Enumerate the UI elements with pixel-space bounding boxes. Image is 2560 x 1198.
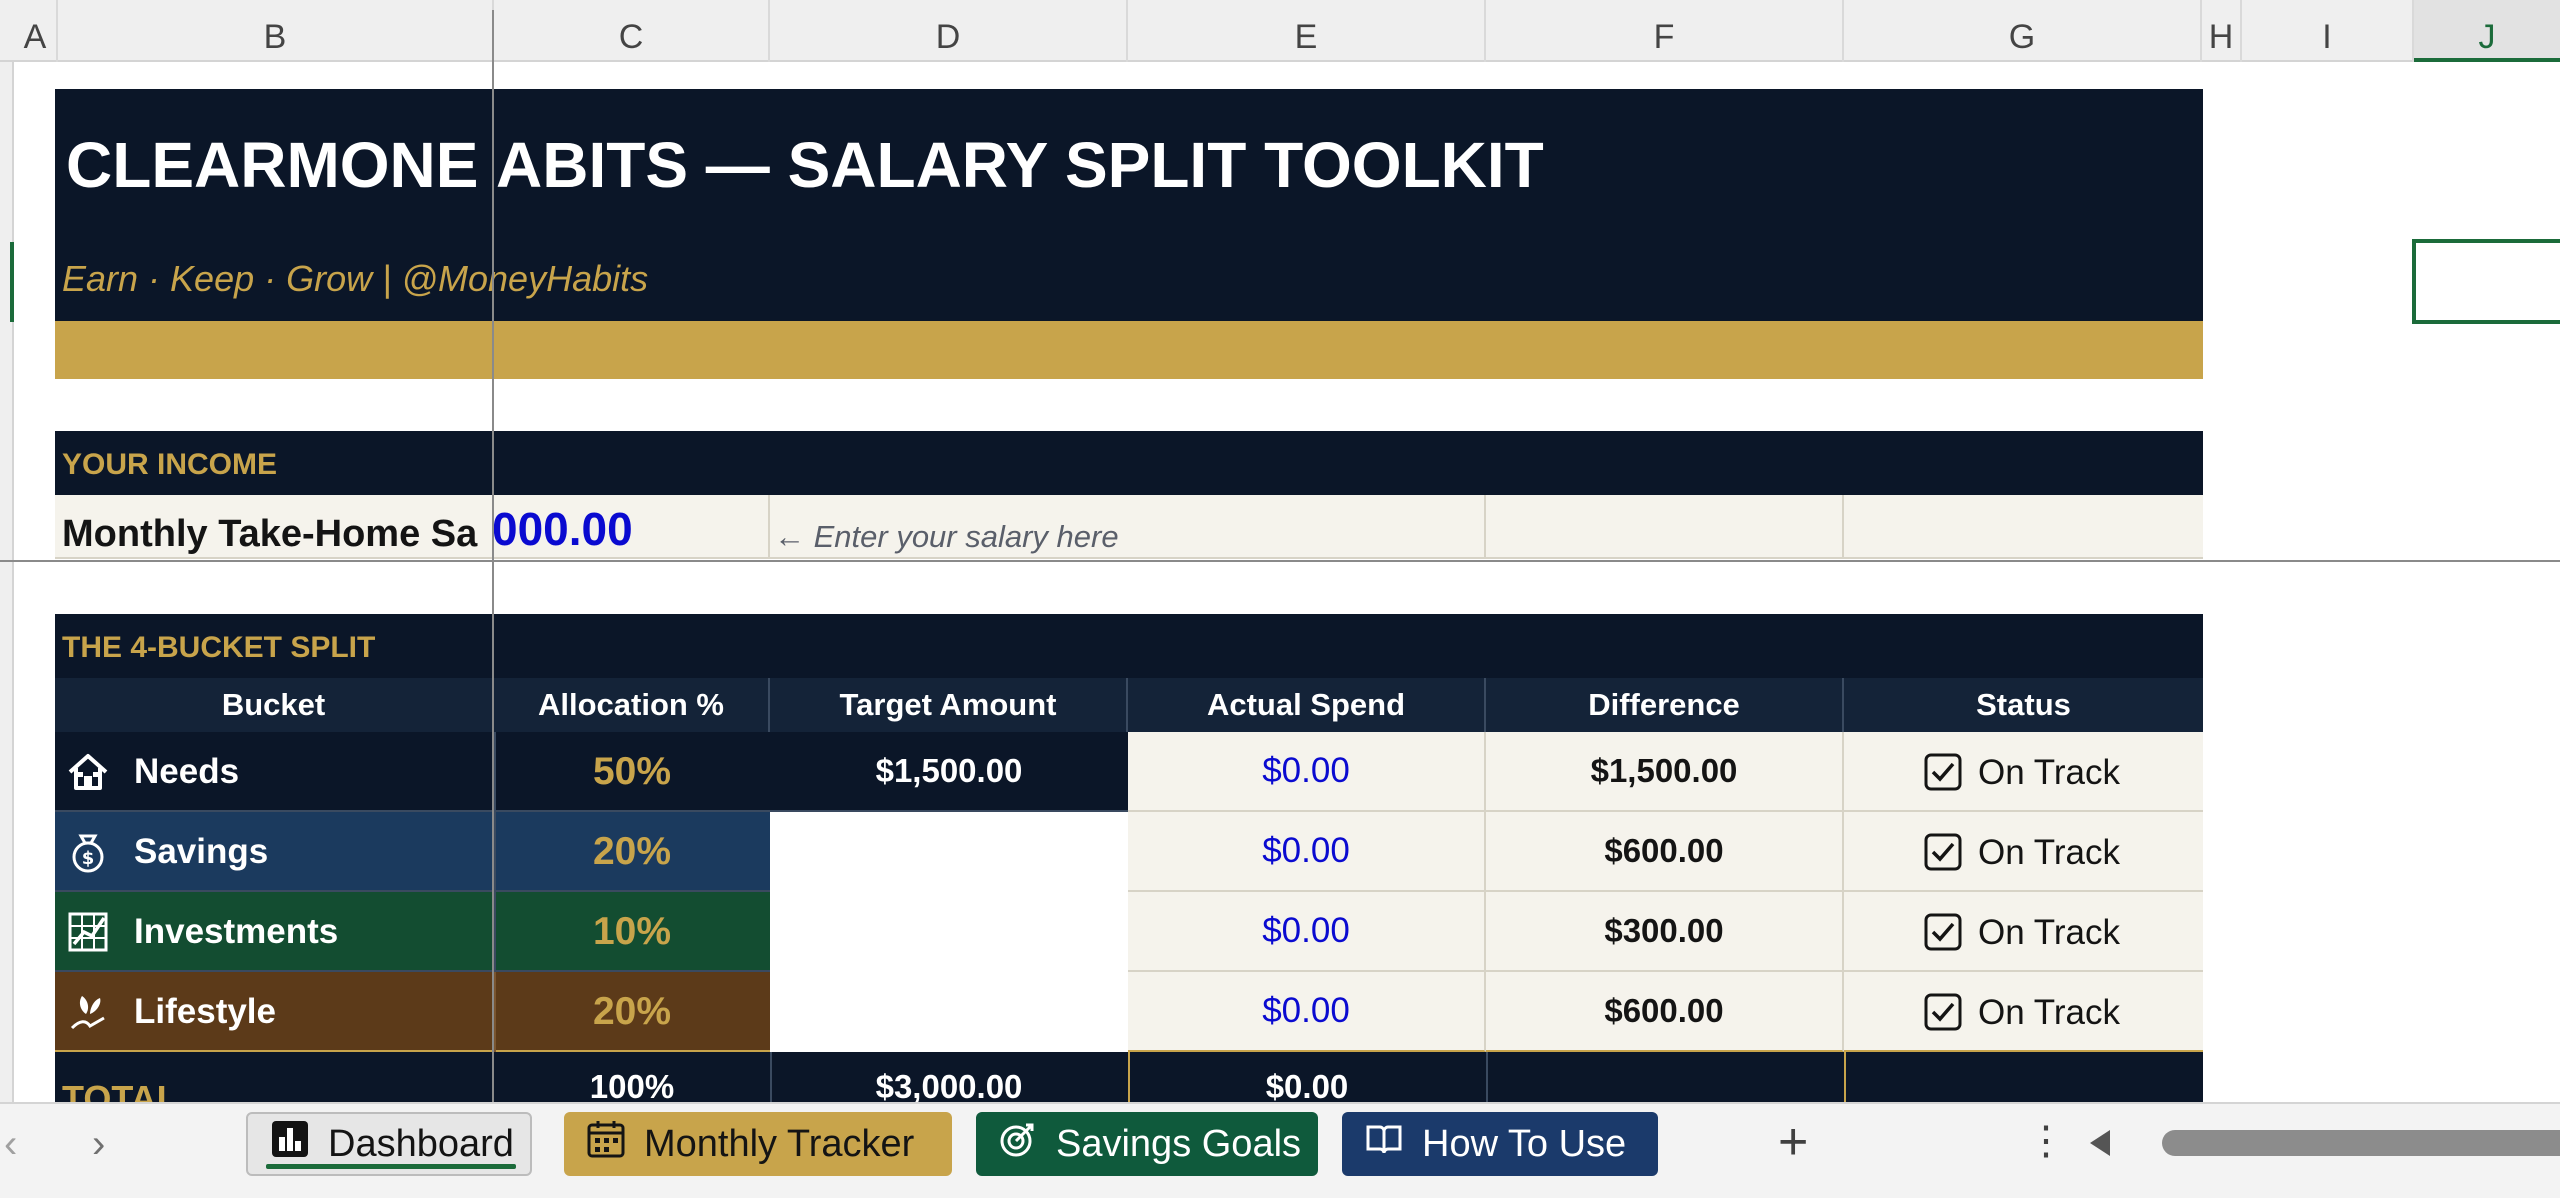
allocation-savings[interactable]: 20% (494, 812, 770, 892)
banner-tagline: Earn · Keep · Grow | @MoneyHabits (62, 258, 648, 300)
salary-input[interactable]: 000.00 (492, 502, 633, 556)
freeze-pane-horizontal (0, 560, 2560, 562)
chart-icon (66, 910, 110, 954)
actual-investments[interactable]: $0.00 (1128, 892, 1486, 972)
difference-lifestyle: $600.00 (1486, 972, 1844, 1052)
column-header-g[interactable]: G (1844, 0, 2202, 62)
target-icon (998, 1119, 1038, 1169)
difference-needs: $1,500.00 (1486, 732, 1844, 812)
banner-title-left: CLEARMONE (66, 129, 479, 201)
status-savings: On Track (1978, 833, 2120, 872)
tab-monthly-tracker-label: Monthly Tracker (644, 1122, 915, 1165)
difference-investments: $300.00 (1486, 892, 1844, 972)
allocation-investments[interactable]: 10% (494, 892, 770, 972)
target-lifestyle: $600.00 (889, 993, 1009, 1030)
bar-chart-icon (270, 1119, 310, 1169)
row-header-bar (0, 62, 14, 1102)
selected-cell[interactable] (2412, 239, 2560, 324)
table-header-bucket: Bucket (55, 678, 494, 732)
checkbox-icon (1923, 912, 1963, 952)
checkbox-icon (1923, 992, 1963, 1032)
total-target: $3,000.00 (875, 1068, 1023, 1102)
bucket-name-lifestyle: Lifestyle (134, 992, 276, 1031)
scroll-left-arrow-icon[interactable] (2090, 1130, 2110, 1156)
checkbox-icon (1923, 752, 1963, 792)
income-divider-g (1842, 495, 1844, 559)
active-tab-underline (266, 1164, 516, 1169)
salary-hint: ← Enter your salary here (774, 519, 1119, 554)
total-divider (1844, 1052, 1846, 1102)
table-header-status: Status (1844, 678, 2203, 732)
scroll-right-icon[interactable]: › (92, 1122, 105, 1167)
target-investments: $300.00 (889, 913, 1009, 950)
bucket-name-investments: Investments (134, 912, 339, 951)
add-sheet-button[interactable]: + (1778, 1112, 1808, 1172)
money-bag-icon: $ (66, 830, 110, 874)
allocation-lifestyle[interactable]: 20% (494, 972, 770, 1052)
status-investments: On Track (1978, 913, 2120, 952)
salary-label: Monthly Take-Home Sa (62, 513, 478, 555)
column-header-j[interactable]: J (2414, 0, 2560, 62)
allocation-needs[interactable]: 50% (494, 732, 770, 812)
actual-savings[interactable]: $0.00 (1128, 812, 1486, 892)
target-savings: $600.00 (889, 833, 1009, 870)
tab-how-to-use[interactable]: How To Use (1342, 1112, 1658, 1176)
table-header-allocation: Allocation % (494, 678, 770, 732)
book-icon (1364, 1119, 1404, 1169)
house-icon (66, 750, 110, 794)
horizontal-scrollbar[interactable] (2162, 1130, 2560, 1156)
column-header-f[interactable]: F (1486, 0, 1844, 62)
column-header-i[interactable]: I (2242, 0, 2414, 62)
bucket-name-needs: Needs (134, 752, 240, 791)
table-header-target: Target Amount (770, 678, 1128, 732)
income-divider-d (768, 495, 770, 559)
tagline-text: Earn · Keep · Grow | (62, 258, 402, 299)
total-actual: $0.00 (1265, 1068, 1349, 1102)
split-section-header (55, 614, 2203, 678)
target-needs: $1,500.00 (770, 732, 1128, 812)
total-divider (1486, 1052, 1488, 1102)
banner-title-right: ABITS — SALARY SPLIT TOOLKIT (496, 129, 1544, 201)
tab-how-to-use-label: How To Use (1422, 1122, 1627, 1165)
income-section-header (55, 431, 2203, 495)
gold-divider (55, 321, 2203, 379)
status-lifestyle: On Track (1978, 993, 2120, 1032)
sprout-icon (66, 990, 110, 1034)
calendar-icon (586, 1119, 626, 1169)
income-section-title: YOUR INCOME (62, 448, 278, 481)
tab-dashboard-label: Dashboard (328, 1122, 514, 1165)
checkbox-icon (1923, 832, 1963, 872)
actual-lifestyle[interactable]: $0.00 (1128, 972, 1486, 1052)
column-header-a[interactable]: A (14, 0, 58, 62)
svg-text:$: $ (82, 848, 95, 869)
column-header-b[interactable]: B (58, 0, 494, 62)
column-header-c[interactable]: C (494, 0, 770, 62)
total-row: TOTAL 100% $3,000.00 $0.00 (55, 1052, 2203, 1102)
table-header-difference: Difference (1486, 678, 1844, 732)
status-needs: On Track (1978, 753, 2120, 792)
column-header-h[interactable]: H (2202, 0, 2242, 62)
table-header-actual: Actual Spend (1128, 678, 1486, 732)
tab-savings-goals[interactable]: Savings Goals (976, 1112, 1318, 1176)
split-section-title: THE 4-BUCKET SPLIT (62, 631, 376, 664)
actual-needs[interactable]: $0.00 (1128, 732, 1486, 812)
tagline-handle: @MoneyHabits (401, 258, 649, 299)
tab-savings-goals-label: Savings Goals (1056, 1122, 1302, 1165)
tab-monthly-tracker[interactable]: Monthly Tracker (564, 1112, 952, 1176)
scroll-left-icon[interactable]: ‹ (4, 1122, 17, 1167)
more-options-button[interactable]: ⋮ (2026, 1118, 2066, 1164)
column-header-e[interactable]: E (1128, 0, 1486, 62)
freeze-pane-vertical (492, 10, 494, 1102)
total-label: TOTAL (62, 1078, 179, 1102)
bucket-name-savings: Savings (134, 832, 269, 871)
column-header-d[interactable]: D (770, 0, 1128, 62)
income-divider-f (1484, 495, 1486, 559)
difference-savings: $600.00 (1486, 812, 1844, 892)
total-allocation: 100% (589, 1068, 675, 1102)
row-header-selected[interactable] (0, 242, 14, 322)
